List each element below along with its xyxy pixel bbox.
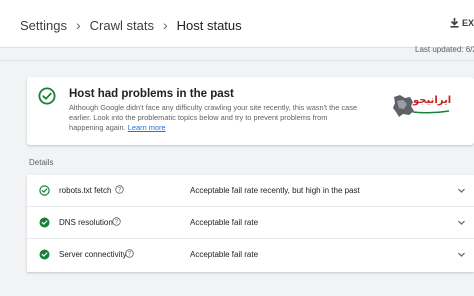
- logo-underline: [412, 110, 450, 114]
- help-icon[interactable]: ?: [125, 249, 134, 258]
- page-title: Host status: [176, 17, 242, 33]
- watermark-text: ایرانیجو: [413, 95, 452, 106]
- check-circle-filled-icon: [39, 217, 50, 228]
- detail-row-dns-resolution[interactable]: DNS resolution ? Acceptable fail rate: [27, 207, 474, 239]
- chevron-down-icon[interactable]: [457, 250, 466, 259]
- check-circle-filled-icon: [39, 249, 50, 260]
- watermark-logo: ایرانیجو: [391, 93, 453, 123]
- breadcrumb-settings[interactable]: Settings: [20, 18, 67, 33]
- breadcrumb-crawl-stats[interactable]: Crawl stats: [90, 18, 154, 33]
- help-icon[interactable]: ?: [115, 185, 124, 194]
- iran-map-logo: [393, 95, 414, 117]
- status-description: Although Google didn't face any difficul…: [69, 103, 361, 134]
- top-bar: Settings › Crawl stats › Host status EX: [0, 0, 474, 48]
- status-body-text: Although Google didn't face any difficul…: [69, 103, 358, 133]
- download-icon: [450, 18, 459, 28]
- check-circle-outline-icon: [38, 87, 56, 105]
- learn-more-link[interactable]: Learn more: [128, 123, 166, 132]
- detail-row-robots-txt[interactable]: robots.txt fetch ? Acceptable fail rate …: [27, 175, 474, 207]
- chevron-right-icon: ›: [75, 17, 81, 33]
- detail-name: DNS resolution: [59, 218, 113, 227]
- export-label: EX: [462, 18, 474, 28]
- check-circle-outline-icon: [39, 185, 50, 196]
- chevron-down-icon[interactable]: [457, 186, 466, 195]
- chevron-right-icon: ›: [162, 17, 168, 33]
- details-heading: Details: [29, 158, 54, 167]
- breadcrumb: Settings › Crawl stats › Host status: [20, 17, 242, 33]
- detail-rate: Acceptable fail rate: [190, 218, 259, 227]
- divider: [0, 60, 474, 61]
- detail-name: robots.txt fetch: [59, 186, 112, 195]
- status-title: Host had problems in the past: [69, 88, 234, 100]
- export-button[interactable]: EX: [450, 18, 474, 28]
- last-updated: Last updated: 6/2: [415, 45, 474, 54]
- detail-rate: Acceptable fail rate recently, but high …: [190, 186, 360, 195]
- detail-row-server-connectivity[interactable]: Server connectivity ? Acceptable fail ra…: [27, 239, 474, 271]
- detail-name: Server connectivity: [59, 250, 127, 259]
- details-list: robots.txt fetch ? Acceptable fail rate …: [27, 175, 474, 272]
- help-icon[interactable]: ?: [112, 217, 121, 226]
- chevron-down-icon[interactable]: [457, 218, 466, 227]
- detail-rate: Acceptable fail rate: [190, 250, 259, 259]
